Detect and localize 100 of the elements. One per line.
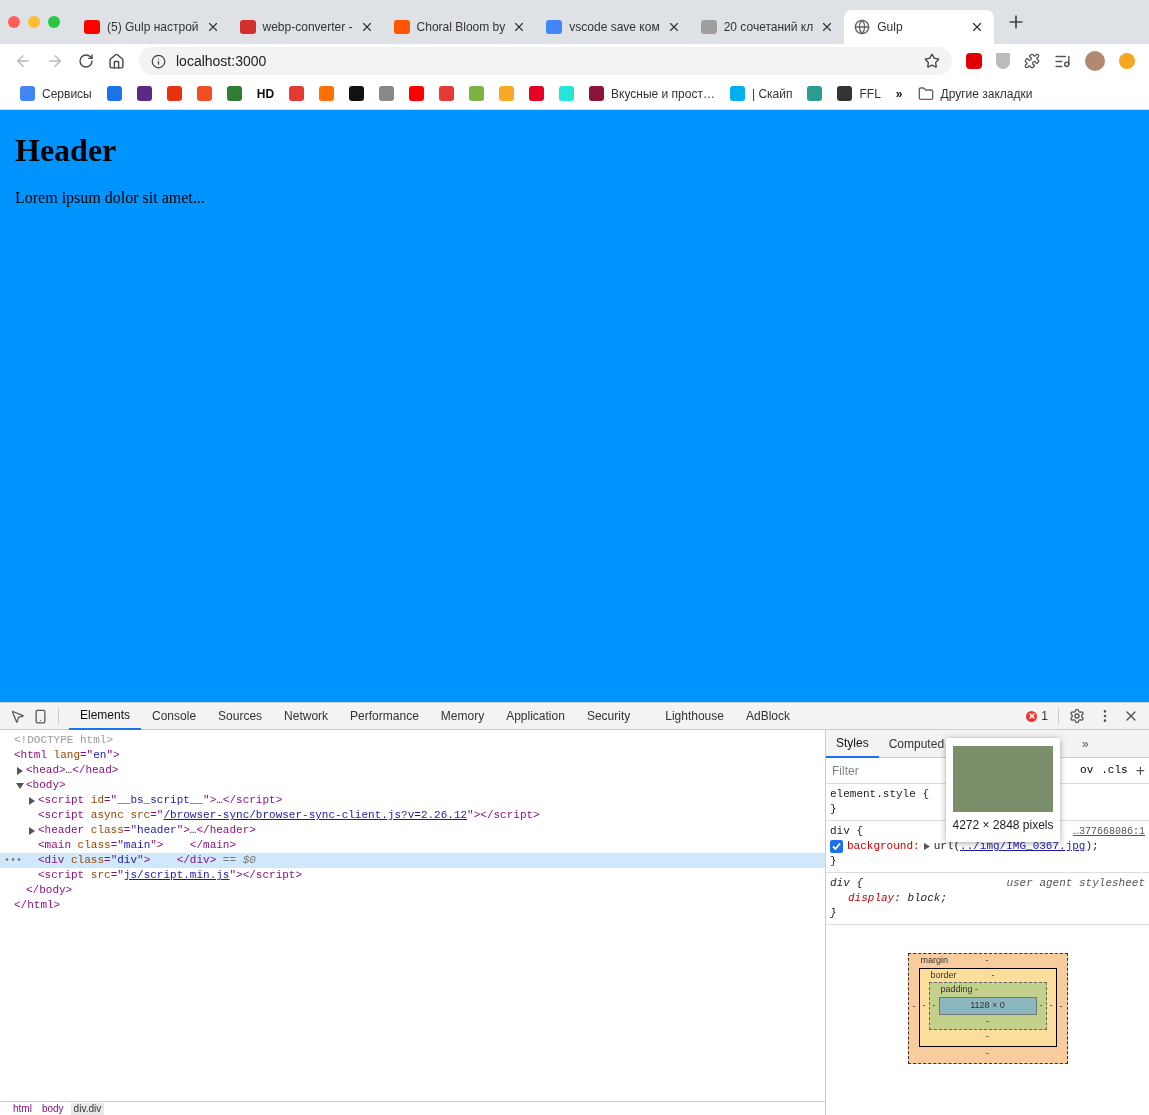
breadcrumb[interactable]: html <box>10 1102 35 1115</box>
image-dimensions: 4272 × 2848 pixels <box>952 817 1054 834</box>
css-brace: } <box>830 802 838 817</box>
css-brace: } <box>830 854 838 869</box>
dom-node-row[interactable]: <script async src="/browser-sync/browser-sync-client.js?v=2.26.12"></script> <box>0 808 825 823</box>
browser-tab[interactable]: (5) Gulp настрой <box>74 10 230 44</box>
box-value: - <box>985 954 989 967</box>
page-paragraph: Lorem ipsum dolor sit amet... <box>15 188 206 209</box>
box-value: - <box>922 999 926 1013</box>
bookmark[interactable]: FFL <box>837 84 881 103</box>
devtools-tab[interactable]: Lighthouse <box>654 702 735 730</box>
bookmark[interactable]: » <box>895 84 903 103</box>
devtools-tab[interactable]: Sources <box>207 702 274 730</box>
devtools-tab[interactable]: Application <box>495 702 576 730</box>
code-line: <header class="header">…</header> <box>38 823 256 839</box>
code-line: <main class="main"> </main> <box>38 838 237 854</box>
box-value: - <box>1039 998 1043 1012</box>
box-value: - <box>1049 999 1053 1013</box>
bookmark[interactable]: HD <box>256 84 275 103</box>
bookmark[interactable]: Сервисы <box>20 84 92 103</box>
devtools-tab[interactable]: Console <box>141 702 208 730</box>
code-line: <body> <box>26 778 66 794</box>
styles-tab[interactable]: Styles <box>826 729 879 758</box>
browser-tab[interactable]: webp-converter - <box>229 10 384 44</box>
box-value: - <box>1059 1000 1063 1014</box>
bookmark-icon[interactable] <box>136 86 152 101</box>
css-selector: element.style { <box>830 787 931 802</box>
dom-node-row[interactable]: <body> <box>0 778 825 793</box>
code-line: <html lang="en"> <box>14 748 120 764</box>
expand-triangle-icon[interactable] <box>923 843 930 850</box>
device-toolbar-icon[interactable] <box>33 708 48 724</box>
code-line: <script id="__bs_script__">…</script> <box>38 793 283 809</box>
code-line: <script async src="/browser-sync/browser-sync-client.js?v=2.26.12"></script> <box>38 808 540 824</box>
inspect-icon[interactable] <box>10 708 25 724</box>
error-count[interactable]: 1 <box>1041 707 1048 725</box>
class-toggle[interactable]: .cls <box>1101 762 1128 779</box>
css-property: background: <box>847 839 920 854</box>
dom-node-row[interactable]: <head>…</head> <box>0 763 825 778</box>
box-label: padding - <box>940 984 979 994</box>
browser-tab[interactable]: Choral Bloom by <box>383 10 537 44</box>
code-line: <head>…</head> <box>26 763 119 779</box>
dom-node-row[interactable]: <header class="header">…</header> <box>0 823 825 838</box>
browser-tab[interactable]: 20 сочетаний кл <box>690 10 845 44</box>
dom-node-row[interactable]: <main class="main"> </main> <box>0 838 825 853</box>
rule-origin: user agent stylesheet <box>1006 876 1145 891</box>
collapsed-triangle-icon[interactable] <box>28 826 36 835</box>
code-line: <script src="js/script.min.js"></script> <box>38 868 303 884</box>
box-value: - <box>932 998 936 1012</box>
box-value: - <box>986 1014 989 1028</box>
tab-title: 20 сочетаний кл <box>723 19 814 36</box>
puzzle-icon[interactable] <box>1024 53 1040 69</box>
dom-node-row[interactable]: ••• <div class="div"> </div> == $0 <box>0 853 825 868</box>
devtools-tab[interactable]: Memory <box>429 702 496 730</box>
page-heading: Header <box>15 131 118 170</box>
browser-tab[interactable]: Gulp <box>844 10 995 44</box>
reload-icon[interactable] <box>78 53 94 69</box>
avatar[interactable] <box>1085 51 1105 71</box>
css-selector: div { <box>830 876 863 891</box>
box-label: border <box>930 968 957 982</box>
content-box: 1128 × 0 <box>938 996 1037 1015</box>
info-icon[interactable] <box>151 53 166 69</box>
checkbox[interactable] <box>830 840 843 853</box>
breadcrumb[interactable]: body <box>38 1102 67 1115</box>
css-declaration: display: block; <box>847 891 949 906</box>
code-line: <!DOCTYPE html> <box>14 733 114 749</box>
tab-title: vscode save ком <box>569 19 660 36</box>
address-bar[interactable]: localhost:3000 <box>139 47 952 75</box>
more-icon[interactable]: ••• <box>4 853 22 868</box>
new-rule-icon[interactable]: + <box>1135 758 1145 783</box>
source-link[interactable]: …377668086:1 <box>1073 824 1145 839</box>
code-line: </html> <box>14 898 61 914</box>
bookmark[interactable]: | Скайп <box>729 84 793 103</box>
dom-node-row[interactable]: <html lang="en"> <box>0 748 825 763</box>
code-line: <div class="div"> </div> == $0 <box>38 853 256 869</box>
collapsed-triangle-icon[interactable] <box>16 766 24 775</box>
bookmark-star-icon[interactable] <box>924 53 940 69</box>
expanded-triangle-icon[interactable] <box>16 781 24 790</box>
breadcrumb[interactable]: div.div <box>70 1102 105 1115</box>
box-value: - <box>912 1000 916 1014</box>
bookmark[interactable]: Другие закладки <box>917 84 1033 103</box>
tab-title: Choral Bloom by <box>416 19 506 36</box>
more-tabs-icon[interactable]: » <box>1082 734 1089 753</box>
settings-icon[interactable] <box>1069 708 1085 724</box>
devtools-tab[interactable]: Elements <box>69 702 142 730</box>
dom-node-row[interactable]: <script id="__bs_script__">…</script> <box>0 793 825 808</box>
bookmark[interactable]: Вкусные и прост… <box>589 84 715 103</box>
bookmark-icon[interactable] <box>349 86 365 101</box>
styles-tab[interactable]: Computed <box>878 729 955 758</box>
devtools-tab[interactable]: Performance <box>339 702 430 730</box>
devtools-tab[interactable]: Network <box>273 702 340 730</box>
hover-state-toggle[interactable]: ov <box>1080 762 1094 779</box>
tab-title: webp-converter - <box>262 19 353 36</box>
browser-tab[interactable]: vscode save ком <box>536 10 691 44</box>
devtools-tab[interactable]: AdBlock <box>734 702 801 730</box>
css-brace: } <box>830 906 838 921</box>
dom-node-row[interactable]: <script src="js/script.min.js"></script> <box>0 868 825 883</box>
home-icon[interactable] <box>108 52 125 70</box>
code-line: </body> <box>26 883 73 899</box>
collapsed-triangle-icon[interactable] <box>28 796 36 805</box>
devtools-tab[interactable]: Security <box>575 702 642 730</box>
